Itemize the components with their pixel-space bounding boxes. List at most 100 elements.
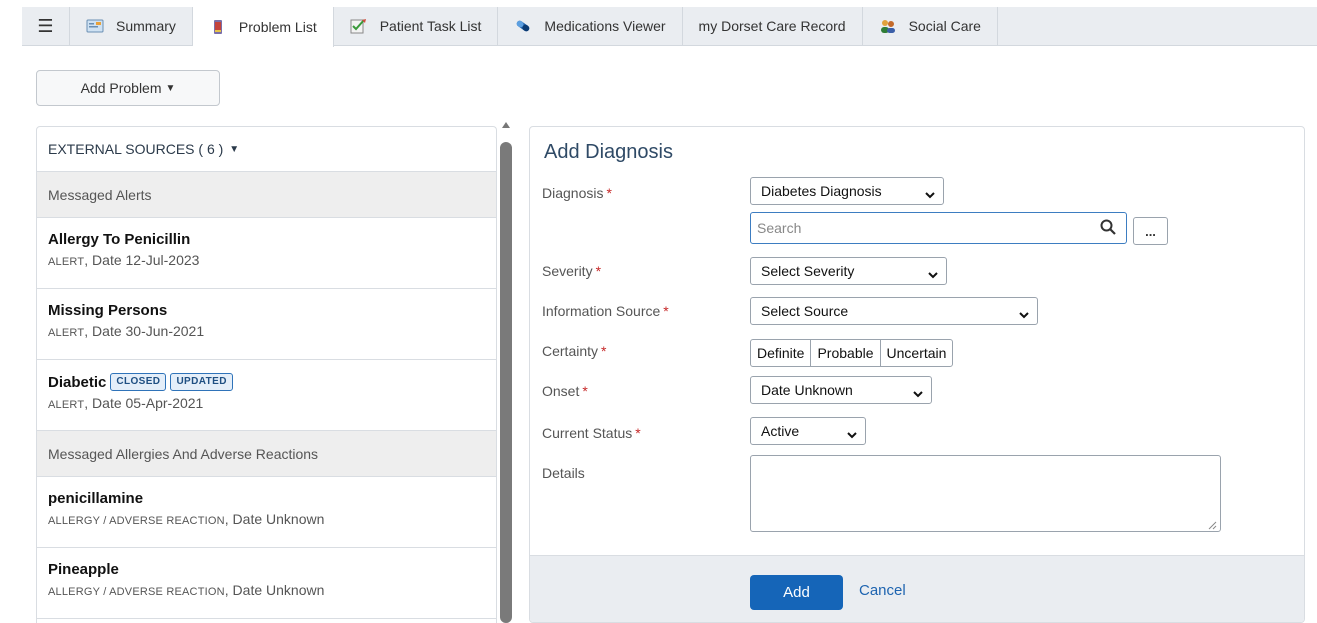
list-item[interactable]: penicillamine ALLERGY / ADVERSE REACTION… bbox=[37, 477, 496, 548]
label-text: Diagnosis bbox=[542, 185, 604, 201]
status-badge-updated: UPDATED bbox=[170, 373, 233, 391]
external-sources-panel: EXTERNAL SOURCES ( 6 ) ▼ Messaged Alerts… bbox=[36, 126, 497, 623]
information-source-label: Information Source * bbox=[542, 303, 669, 319]
scroll-up-arrow-icon[interactable] bbox=[502, 122, 510, 128]
chevron-down-icon bbox=[1019, 306, 1029, 322]
item-name: Allergy To Penicillin bbox=[48, 231, 191, 248]
tab-label: Summary bbox=[116, 18, 176, 34]
required-marker: * bbox=[663, 303, 669, 319]
list-item[interactable]: Allergy To Penicillin ALERT, Date 12-Jul… bbox=[37, 218, 496, 289]
add-problem-button[interactable]: Add Problem ▼ bbox=[36, 70, 220, 106]
cancel-link[interactable]: Cancel bbox=[859, 582, 906, 599]
required-marker: * bbox=[606, 185, 612, 201]
diagnosis-search bbox=[750, 212, 1127, 244]
resize-grip-icon[interactable] bbox=[1207, 517, 1217, 533]
pill-icon bbox=[514, 18, 532, 34]
details-textarea[interactable] bbox=[750, 455, 1221, 532]
more-options-button[interactable]: ... bbox=[1133, 217, 1168, 245]
required-marker: * bbox=[601, 343, 607, 359]
more-label: ... bbox=[1145, 223, 1156, 239]
item-name: penicillamine bbox=[48, 490, 144, 507]
scroll-thumb[interactable] bbox=[500, 142, 512, 623]
tab-label: Problem List bbox=[238, 19, 317, 35]
diagnosis-select[interactable]: Diabetes Diagnosis bbox=[750, 177, 944, 205]
tab-problem-list[interactable]: Problem List bbox=[192, 7, 334, 47]
tab-my-dorset-care-record[interactable]: my Dorset Care Record bbox=[683, 7, 863, 45]
label-text: Certainty bbox=[542, 343, 599, 359]
form-footer: Add Cancel bbox=[530, 555, 1304, 622]
item-type: ALERT bbox=[48, 399, 85, 411]
tab-patient-task-list[interactable]: Patient Task List bbox=[334, 7, 499, 45]
item-name: Diabetic bbox=[48, 373, 107, 391]
list-item[interactable]: Missing Persons ALERT, Date 30-Jun-2021 bbox=[37, 289, 496, 360]
tab-social-care[interactable]: Social Care bbox=[863, 7, 998, 45]
add-diagnosis-panel: Add Diagnosis Diagnosis * Diabetes Diagno… bbox=[529, 126, 1305, 623]
people-icon bbox=[879, 18, 897, 34]
chevron-down-icon bbox=[925, 186, 935, 202]
tab-summary[interactable]: Summary bbox=[70, 7, 193, 45]
status-badge-closed: CLOSED bbox=[110, 373, 167, 391]
label-text: Severity bbox=[542, 263, 593, 279]
group-header-messaged-alerts: Messaged Alerts bbox=[37, 172, 496, 218]
certainty-definite-button[interactable]: Definite bbox=[750, 339, 812, 367]
add-button[interactable]: Add bbox=[750, 575, 843, 610]
list-item[interactable]: Pineapple ALLERGY / ADVERSE REACTION, Da… bbox=[37, 548, 496, 619]
tab-medications-viewer[interactable]: Medications Viewer bbox=[498, 7, 683, 45]
list-scrollbar[interactable] bbox=[497, 120, 515, 623]
search-icon[interactable] bbox=[1100, 219, 1116, 238]
required-marker: * bbox=[582, 383, 588, 399]
tab-label: Patient Task List bbox=[379, 18, 482, 34]
select-value: Diabetes Diagnosis bbox=[761, 183, 882, 199]
certainty-probable-button[interactable]: Probable bbox=[810, 339, 881, 367]
select-value: Date Unknown bbox=[761, 382, 853, 398]
chevron-down-icon bbox=[847, 426, 857, 442]
current-status-select[interactable]: Active bbox=[750, 417, 866, 445]
tab-label: my Dorset Care Record bbox=[698, 18, 846, 34]
label-text: Current Status bbox=[542, 425, 633, 441]
label-text: Onset bbox=[542, 383, 580, 399]
item-date: , Date 12-Jul-2023 bbox=[84, 252, 200, 268]
group-title: Messaged Alerts bbox=[48, 186, 152, 203]
item-type: ALERT bbox=[48, 256, 85, 268]
information-source-select[interactable]: Select Source bbox=[750, 297, 1038, 325]
top-tab-bar: ☰ Summary Problem List Patient Task List… bbox=[0, 0, 1317, 55]
item-type: ALLERGY / ADVERSE REACTION bbox=[48, 586, 225, 598]
task-list-icon bbox=[350, 18, 368, 34]
search-input[interactable] bbox=[755, 214, 1085, 242]
select-value: Select Source bbox=[761, 303, 849, 319]
current-status-label: Current Status * bbox=[542, 425, 641, 441]
chevron-down-icon bbox=[913, 385, 923, 401]
hamburger-menu-button[interactable]: ☰ bbox=[22, 7, 70, 45]
tab-strip: ☰ Summary Problem List Patient Task List… bbox=[22, 7, 1317, 47]
item-date: , Date Unknown bbox=[224, 582, 325, 598]
item-name: Pineapple bbox=[48, 561, 119, 578]
certainty-uncertain-button[interactable]: Uncertain bbox=[879, 339, 954, 367]
group-title: Messaged Allergies And Adverse Reactions bbox=[48, 445, 319, 462]
select-value: Select Severity bbox=[761, 263, 855, 279]
item-date: , Date 05-Apr-2021 bbox=[84, 395, 204, 411]
tab-label: Social Care bbox=[908, 18, 981, 34]
tab-strip-filler bbox=[998, 7, 1317, 45]
panel-title: Add Diagnosis bbox=[544, 141, 673, 163]
item-date: , Date Unknown bbox=[224, 511, 325, 527]
onset-select[interactable]: Date Unknown bbox=[750, 376, 932, 404]
item-type: ALERT bbox=[48, 327, 85, 339]
summary-icon bbox=[86, 18, 104, 34]
select-value: Active bbox=[761, 423, 800, 439]
caret-down-icon: ▼ bbox=[229, 143, 240, 155]
external-sources-toggle[interactable]: EXTERNAL SOURCES ( 6 ) ▼ bbox=[37, 127, 496, 172]
severity-select[interactable]: Select Severity bbox=[750, 257, 947, 285]
hamburger-icon: ☰ bbox=[37, 15, 54, 36]
item-date: , Date 30-Jun-2021 bbox=[84, 323, 205, 339]
tab-label: Medications Viewer bbox=[544, 18, 666, 34]
add-problem-label: Add Problem bbox=[80, 80, 162, 96]
chevron-down-icon bbox=[928, 266, 938, 282]
list-item[interactable]: Diabetic CLOSED UPDATED ALERT, Date 05-A… bbox=[37, 360, 496, 431]
item-type: ALLERGY / ADVERSE REACTION bbox=[48, 515, 225, 527]
caret-down-icon: ▼ bbox=[165, 82, 176, 94]
label-text: Information Source bbox=[542, 303, 661, 319]
diagnosis-label: Diagnosis * bbox=[542, 185, 612, 201]
certainty-toggle-group: Definite Probable Uncertain bbox=[750, 339, 954, 367]
certainty-label: Certainty * bbox=[542, 343, 606, 359]
required-marker: * bbox=[595, 263, 602, 279]
